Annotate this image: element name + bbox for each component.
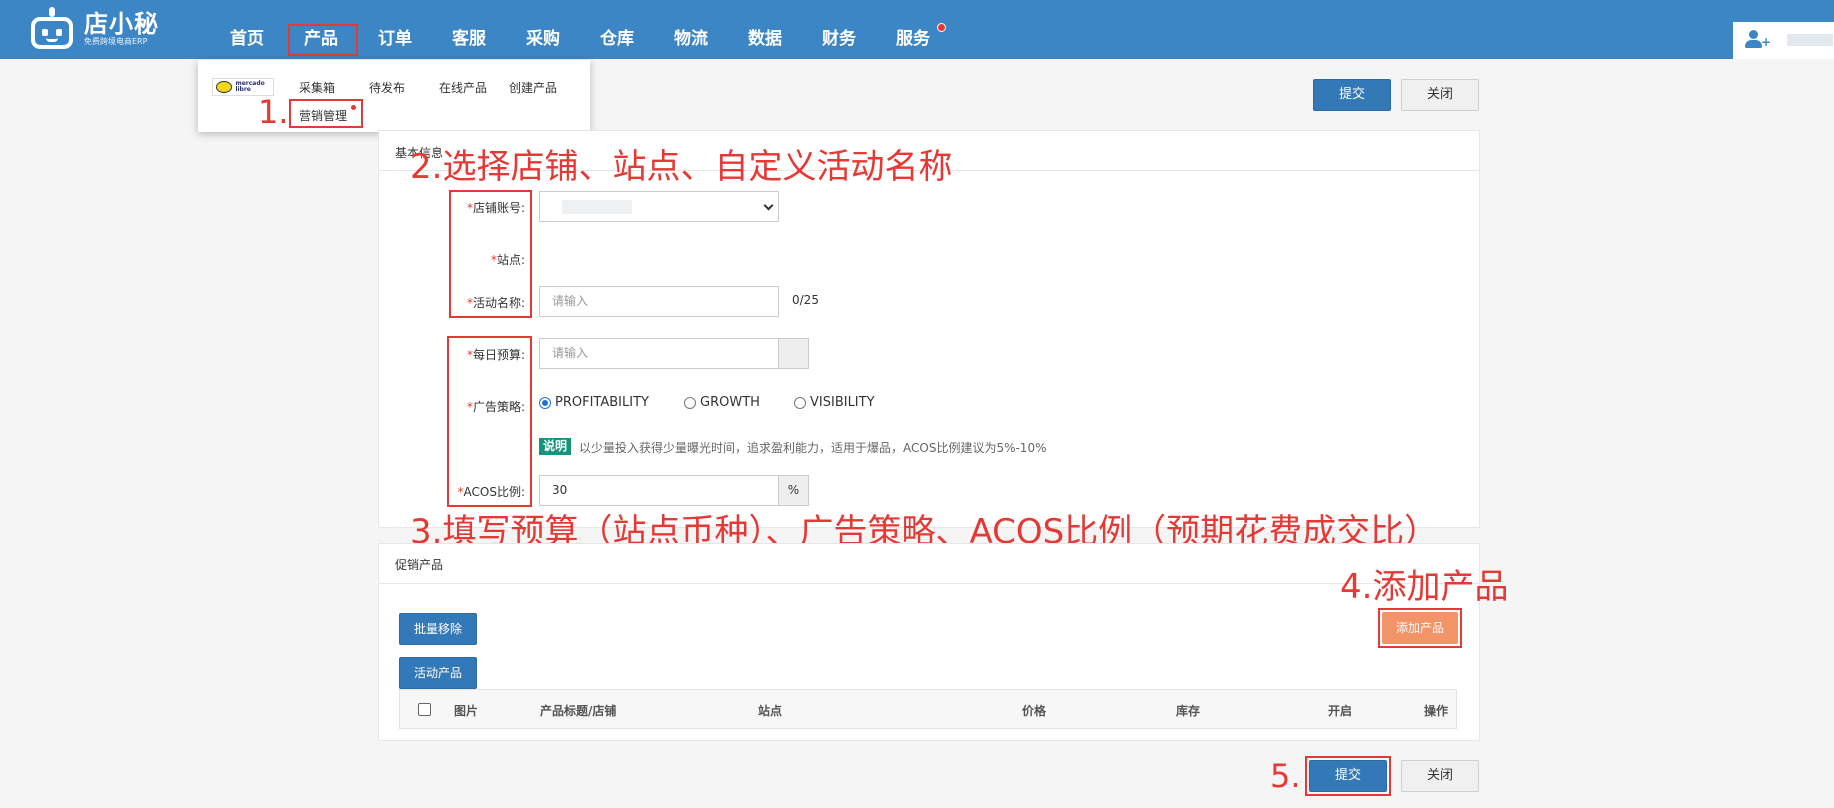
currency-addon bbox=[779, 338, 809, 369]
logo[interactable]: 店小秘 免费跨境电商ERP bbox=[28, 7, 159, 51]
main-nav: 首页 产品 订单 客服 采购 仓库 物流 数据 财务 服务 bbox=[210, 0, 950, 59]
dropdown-pending-publish[interactable]: 待发布 bbox=[369, 79, 405, 96]
column-price: 价格 bbox=[1022, 704, 1047, 718]
close-button-bottom[interactable]: 关闭 bbox=[1401, 760, 1479, 792]
column-site: 站点 bbox=[758, 704, 783, 718]
column-enabled: 开启 bbox=[1328, 704, 1353, 718]
highlight-frame bbox=[288, 24, 358, 56]
strategy-tip-text: 以少量投入获得少量曝光时间，追求盈利能力，适用于爆品，ACOS比例建议为5%-1… bbox=[579, 441, 1047, 455]
highlight-frame bbox=[1378, 608, 1462, 648]
select-all-checkbox[interactable] bbox=[418, 703, 431, 716]
nav-data[interactable]: 数据 bbox=[728, 0, 802, 59]
username-redacted bbox=[1787, 34, 1833, 46]
highlight-frame bbox=[447, 336, 532, 507]
brand-tagline: 免费跨境电商ERP bbox=[84, 37, 148, 46]
nav-warehouse[interactable]: 仓库 bbox=[580, 0, 654, 59]
batch-remove-button[interactable]: 批量移除 bbox=[399, 613, 477, 645]
annotation-step-1: 1. bbox=[258, 93, 289, 131]
daily-budget-input[interactable]: 请输入 bbox=[539, 338, 779, 369]
submit-button-top[interactable]: 提交 bbox=[1313, 79, 1391, 111]
promo-products-title: 促销产品 bbox=[395, 558, 444, 572]
annotation-step-5: 5. bbox=[1270, 757, 1301, 795]
user-menu[interactable]: + bbox=[1733, 22, 1834, 59]
nav-logistics[interactable]: 物流 bbox=[654, 0, 728, 59]
nav-products[interactable]: 产品 bbox=[284, 0, 358, 59]
strategy-tip-tag: 说明 bbox=[539, 438, 572, 455]
radio-unchecked-icon bbox=[684, 396, 696, 409]
basic-info-panel: 基本信息 bbox=[378, 130, 1480, 528]
chevron-down-icon bbox=[763, 200, 774, 211]
column-title-store: 产品标题/店铺 bbox=[540, 704, 617, 718]
brand-name: 店小秘 bbox=[84, 10, 159, 38]
active-products-button[interactable]: 活动产品 bbox=[399, 657, 477, 689]
mercado-libre-icon bbox=[216, 81, 233, 93]
campaign-name-input[interactable]: 请输入 bbox=[539, 286, 779, 317]
column-image: 图片 bbox=[454, 704, 479, 718]
notification-dot bbox=[937, 23, 946, 32]
user-add-icon: + bbox=[1745, 30, 1771, 50]
strategy-visibility-radio[interactable]: VISIBILITY bbox=[794, 395, 875, 410]
nav-services[interactable]: 服务 bbox=[876, 0, 950, 59]
dropdown-online-products[interactable]: 在线产品 bbox=[439, 79, 487, 96]
acos-input[interactable]: 30 bbox=[539, 475, 779, 506]
campaign-name-counter: 0/25 bbox=[792, 293, 819, 307]
nav-orders[interactable]: 订单 bbox=[358, 0, 432, 59]
highlight-frame bbox=[449, 190, 532, 318]
column-actions: 操作 bbox=[1424, 704, 1449, 718]
annotation-step-2: 2.选择店铺、站点、自定义活动名称 bbox=[410, 147, 953, 187]
annotation-step-4: 4.添加产品 bbox=[1340, 567, 1509, 607]
percent-addon: % bbox=[779, 475, 809, 506]
strategy-growth-radio[interactable]: GROWTH bbox=[684, 395, 760, 410]
nav-finance[interactable]: 财务 bbox=[802, 0, 876, 59]
close-button-top[interactable]: 关闭 bbox=[1401, 79, 1479, 111]
dropdown-collect-box[interactable]: 采集箱 bbox=[299, 79, 335, 96]
highlight-frame bbox=[289, 99, 363, 128]
highlight-frame bbox=[1305, 756, 1391, 796]
nav-purchase[interactable]: 采购 bbox=[506, 0, 580, 59]
strategy-profitability-radio[interactable]: PROFITABILITY bbox=[539, 395, 649, 410]
nav-home[interactable]: 首页 bbox=[210, 0, 284, 59]
nav-services-label: 服务 bbox=[896, 29, 930, 49]
nav-customer-service[interactable]: 客服 bbox=[432, 0, 506, 59]
radio-checked-icon bbox=[539, 396, 551, 409]
robot-logo-icon bbox=[28, 7, 76, 51]
top-navbar: 店小秘 免费跨境电商ERP 首页 产品 订单 客服 采购 仓库 物流 数据 财务… bbox=[0, 0, 1834, 59]
dropdown-create-product[interactable]: 创建产品 bbox=[509, 79, 557, 96]
products-dropdown: mercado libre 采集箱 待发布 在线产品 创建产品 营销管理 bbox=[198, 60, 590, 132]
store-value-redacted bbox=[562, 200, 632, 214]
radio-unchecked-icon bbox=[794, 396, 806, 409]
store-account-select[interactable] bbox=[539, 191, 779, 222]
products-table-header: 图片 产品标题/店铺 站点 价格 库存 开启 操作 bbox=[399, 689, 1457, 729]
column-stock: 库存 bbox=[1176, 704, 1201, 718]
